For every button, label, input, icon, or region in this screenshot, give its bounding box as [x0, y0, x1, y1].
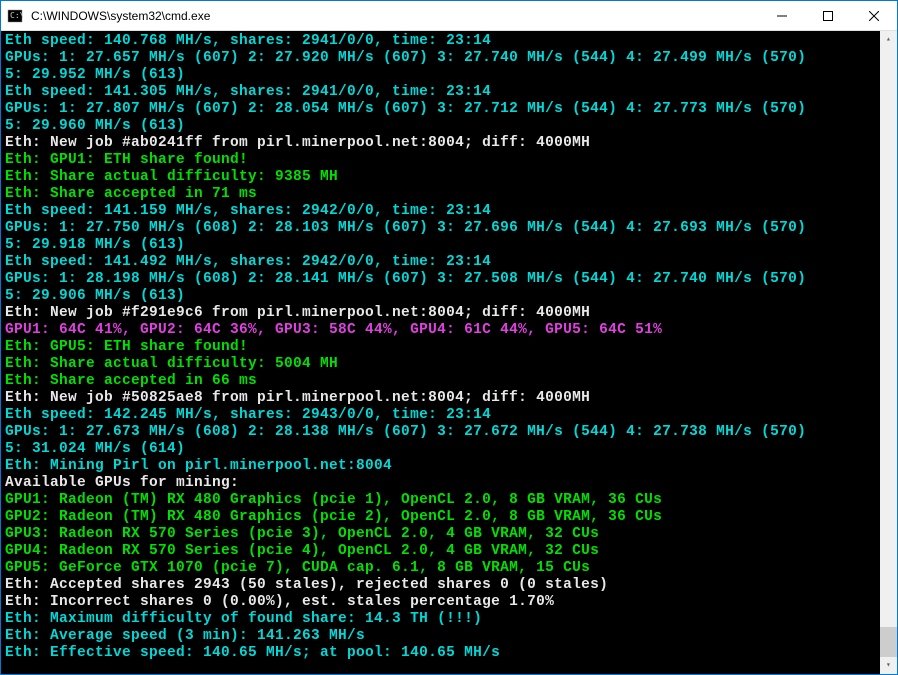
- terminal-line: Eth: Average speed (3 min): 141.263 MH/s: [5, 628, 876, 645]
- terminal-line: Eth speed: 141.305 MH/s, shares: 2941/0/…: [5, 84, 876, 101]
- terminal-line: GPU5: GeForce GTX 1070 (pcie 7), CUDA ca…: [5, 560, 876, 577]
- terminal-output: Eth speed: 140.768 MH/s, shares: 2941/0/…: [5, 33, 893, 662]
- terminal-line: GPU4: Radeon RX 570 Series (pcie 4), Ope…: [5, 543, 876, 560]
- scroll-thumb[interactable]: [880, 627, 897, 657]
- terminal-line: Eth: GPU1: ETH share found!: [5, 152, 876, 169]
- terminal-line: Eth: New job #ab0241ff from pirl.minerpo…: [5, 135, 876, 152]
- terminal-line: Eth: Mining Pirl on pirl.minerpool.net:8…: [5, 458, 876, 475]
- terminal-line: Eth speed: 141.492 MH/s, shares: 2942/0/…: [5, 254, 876, 271]
- terminal-line: Eth speed: 140.768 MH/s, shares: 2941/0/…: [5, 33, 876, 50]
- scrollbar[interactable]: ▴ ▾: [880, 31, 897, 674]
- scroll-down-arrow[interactable]: ▾: [880, 657, 897, 674]
- terminal-line: 5: 29.918 MH/s (613): [5, 237, 876, 254]
- terminal-line: Available GPUs for mining:: [5, 475, 876, 492]
- titlebar[interactable]: C:\ C:\WINDOWS\system32\cmd.exe: [1, 1, 897, 31]
- terminal-line: Eth speed: 141.159 MH/s, shares: 2942/0/…: [5, 203, 876, 220]
- scroll-up-arrow[interactable]: ▴: [880, 31, 897, 48]
- cmd-window: C:\ C:\WINDOWS\system32\cmd.exe Eth spee…: [0, 0, 898, 675]
- minimize-button[interactable]: [759, 1, 805, 31]
- cmd-icon: C:\: [7, 8, 23, 24]
- terminal-line: GPUs: 1: 27.750 MH/s (608) 2: 28.103 MH/…: [5, 220, 876, 237]
- terminal-line: GPUs: 1: 28.198 MH/s (608) 2: 28.141 MH/…: [5, 271, 876, 288]
- terminal-line: GPU2: Radeon (TM) RX 480 Graphics (pcie …: [5, 509, 876, 526]
- close-button[interactable]: [851, 1, 897, 31]
- terminal-line: GPU1: Radeon (TM) RX 480 Graphics (pcie …: [5, 492, 876, 509]
- maximize-button[interactable]: [805, 1, 851, 31]
- terminal-line: 5: 29.952 MH/s (613): [5, 67, 876, 84]
- terminal-line: Eth: New job #f291e9c6 from pirl.minerpo…: [5, 305, 876, 322]
- terminal-line: Eth: Maximum difficulty of found share: …: [5, 611, 876, 628]
- terminal-line: GPUs: 1: 27.673 MH/s (608) 2: 28.138 MH/…: [5, 424, 876, 441]
- window-controls: [759, 1, 897, 31]
- terminal-line: GPU3: Radeon RX 570 Series (pcie 3), Ope…: [5, 526, 876, 543]
- terminal-line: Eth speed: 142.245 MH/s, shares: 2943/0/…: [5, 407, 876, 424]
- terminal-line: Eth: New job #50825ae8 from pirl.minerpo…: [5, 390, 876, 407]
- terminal-line: Eth: Share accepted in 66 ms: [5, 373, 876, 390]
- terminal-line: 5: 29.906 MH/s (613): [5, 288, 876, 305]
- terminal-line: Eth: Share actual difficulty: 9385 MH: [5, 169, 876, 186]
- terminal-area[interactable]: Eth speed: 140.768 MH/s, shares: 2941/0/…: [1, 31, 897, 674]
- terminal-line: 5: 29.960 MH/s (613): [5, 118, 876, 135]
- terminal-line: Eth: Share actual difficulty: 5004 MH: [5, 356, 876, 373]
- terminal-line: Eth: GPU5: ETH share found!: [5, 339, 876, 356]
- terminal-line: GPUs: 1: 27.807 MH/s (607) 2: 28.054 MH/…: [5, 101, 876, 118]
- scroll-track[interactable]: [880, 48, 897, 657]
- terminal-line: Eth: Effective speed: 140.65 MH/s; at po…: [5, 645, 876, 662]
- terminal-line: Eth: Share accepted in 71 ms: [5, 186, 876, 203]
- terminal-line: GPUs: 1: 27.657 MH/s (607) 2: 27.920 MH/…: [5, 50, 876, 67]
- svg-text:C:\: C:\: [10, 11, 23, 20]
- window-title: C:\WINDOWS\system32\cmd.exe: [29, 9, 759, 23]
- terminal-line: GPU1: 64C 41%, GPU2: 64C 36%, GPU3: 58C …: [5, 322, 876, 339]
- terminal-line: Eth: Incorrect shares 0 (0.00%), est. st…: [5, 594, 876, 611]
- terminal-line: 5: 31.024 MH/s (614): [5, 441, 876, 458]
- terminal-line: Eth: Accepted shares 2943 (50 stales), r…: [5, 577, 876, 594]
